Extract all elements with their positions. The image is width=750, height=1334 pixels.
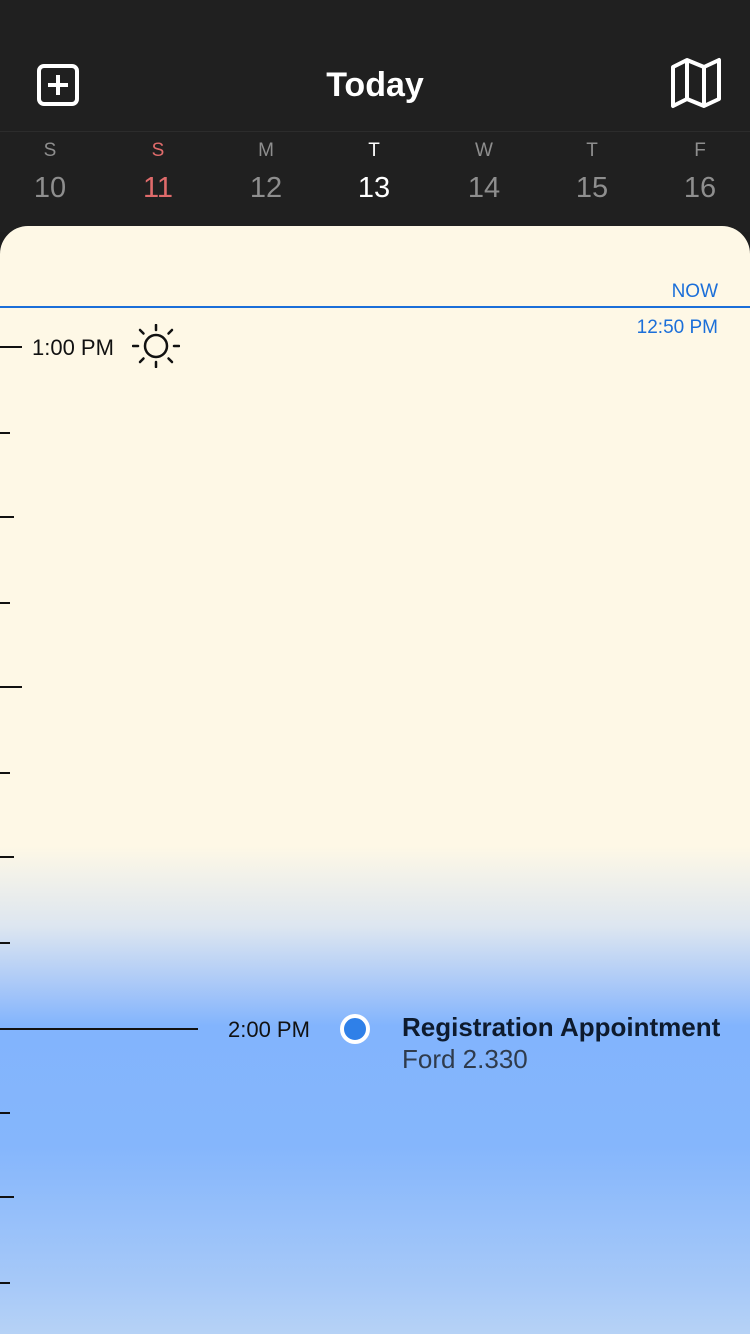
minute-tick xyxy=(0,516,14,518)
day-number: 14 xyxy=(467,172,501,204)
day-of-week: M xyxy=(258,140,274,161)
minute-tick xyxy=(0,942,10,944)
event-dot xyxy=(340,1014,370,1044)
page-title: Today xyxy=(326,66,424,104)
hour-tick xyxy=(0,1028,198,1030)
day-number: 10 xyxy=(33,172,67,204)
minute-tick xyxy=(0,856,14,858)
minute-tick xyxy=(0,686,22,688)
sun-icon xyxy=(132,324,180,368)
day-of-week: T xyxy=(586,140,598,161)
day-of-week: T xyxy=(368,140,380,161)
top-bar: Today xyxy=(0,0,750,132)
map-button[interactable] xyxy=(668,55,724,111)
day-16[interactable]: F 16 xyxy=(660,132,740,205)
day-number: 15 xyxy=(575,172,609,204)
day-number: 16 xyxy=(683,172,717,204)
day-of-week: S xyxy=(151,140,165,161)
day-14[interactable]: W 14 xyxy=(444,132,524,205)
minute-tick xyxy=(0,602,10,604)
day-of-week: W xyxy=(475,140,493,161)
minute-tick xyxy=(0,1196,14,1198)
now-indicator-line xyxy=(0,306,750,308)
day-10[interactable]: S 10 xyxy=(10,132,90,205)
day-number: 11 xyxy=(142,172,174,204)
day-12[interactable]: M 12 xyxy=(226,132,306,205)
minute-tick xyxy=(0,1112,10,1114)
event-title: Registration Appointment xyxy=(402,1012,721,1042)
day-number: 13 xyxy=(357,172,391,204)
map-icon xyxy=(671,58,721,108)
week-strip: S 10 S 11 M 12 T 13 W 14 T 15 F 16 xyxy=(0,132,750,232)
now-label: NOW xyxy=(671,281,718,302)
timeline-panel[interactable]: NOW 12:50 PM 1:00 PM 2:00 PM Registratio… xyxy=(0,226,750,1334)
event-location: Ford 2.330 xyxy=(402,1044,528,1074)
minute-tick xyxy=(0,1282,10,1284)
hour-label-2pm: 2:00 PM xyxy=(228,1017,310,1042)
minute-tick xyxy=(0,432,10,434)
day-of-week: F xyxy=(694,140,706,161)
day-11[interactable]: S 11 xyxy=(118,132,198,205)
hour-label-1pm: 1:00 PM xyxy=(32,335,114,360)
day-of-week: S xyxy=(43,140,57,161)
day-15[interactable]: T 15 xyxy=(552,132,632,205)
day-13-today[interactable]: T 13 xyxy=(334,132,414,205)
hour-tick xyxy=(0,346,22,348)
day-number: 12 xyxy=(249,172,283,204)
now-time: 12:50 PM xyxy=(636,317,718,338)
minute-tick xyxy=(0,772,10,774)
